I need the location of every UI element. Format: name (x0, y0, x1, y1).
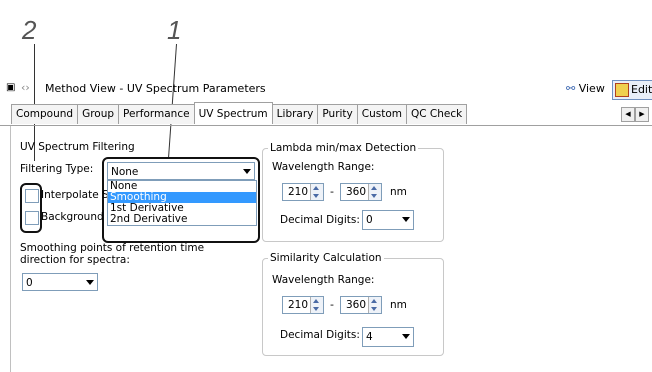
similarity-max-value: 360 (346, 299, 367, 311)
lambda-unit: nm (390, 186, 407, 198)
arrow-up-icon (313, 186, 319, 190)
uv-filtering-group-label: UV Spectrum Filtering (20, 141, 135, 153)
lambda-separator: - (330, 185, 334, 198)
chevron-down-icon (402, 217, 410, 222)
arrow-up-icon (371, 299, 377, 303)
similarity-max-spinner[interactable]: 360 (340, 296, 382, 314)
callout-2: 2 (22, 15, 37, 45)
lambda-max-spinner[interactable]: 360 (340, 183, 382, 201)
tab-compound[interactable]: Compound (11, 104, 79, 124)
spinner-buttons[interactable] (368, 184, 381, 200)
smoothing-points-dropdown[interactable]: 0 (22, 273, 98, 291)
spinner-buttons[interactable] (368, 297, 381, 313)
arrow-up-icon (313, 299, 319, 303)
edit-icon (615, 83, 629, 97)
edit-button[interactable]: Edit (612, 80, 652, 100)
filtering-type-label: Filtering Type: (20, 163, 94, 175)
lambda-digits-label: Decimal Digits: (280, 214, 360, 226)
tab-purity[interactable]: Purity (317, 104, 358, 124)
window-icon: ▣ (6, 82, 16, 93)
tab-scroll-right-button[interactable]: ▶ (635, 107, 649, 122)
lambda-range-label: Wavelength Range: (272, 161, 375, 173)
tab-scroll-left-button[interactable]: ◀ (621, 107, 635, 122)
similarity-digits-label: Decimal Digits: (280, 329, 360, 341)
lambda-digits-dropdown[interactable]: 0 (362, 210, 414, 230)
callout-1: 1 (167, 15, 182, 45)
tab-performance[interactable]: Performance (118, 104, 195, 124)
view-button[interactable]: ⚯ View (566, 80, 605, 98)
edit-label: Edit (631, 83, 652, 96)
checkbox-highlight (20, 183, 42, 233)
similarity-digits-value: 4 (366, 331, 373, 343)
arrow-down-icon (371, 194, 377, 198)
tab-library[interactable]: Library (271, 104, 319, 124)
similarity-unit: nm (390, 299, 407, 311)
smoothing-points-label: Smoothing points of retention time direc… (20, 242, 205, 266)
lambda-min-spinner[interactable]: 210 (282, 183, 324, 201)
tab-custom[interactable]: Custom (356, 104, 407, 124)
arrow-down-icon (313, 194, 319, 198)
similarity-group-label: Similarity Calculation (268, 252, 384, 264)
lambda-max-value: 360 (346, 186, 367, 198)
tab-qc-check[interactable]: QC Check (406, 104, 468, 124)
chevron-down-icon (86, 280, 94, 285)
filtering-type-options: None Smoothing 1st Derivative 2nd Deriva… (107, 180, 257, 226)
similarity-min-value: 210 (288, 299, 309, 311)
window-title: Method View - UV Spectrum Parameters (45, 82, 266, 95)
title-bar: ▣ ‹› Method View - UV Spectrum Parameter… (0, 78, 652, 100)
tab-divider (0, 125, 652, 126)
option-2nd-derivative[interactable]: 2nd Derivative (108, 214, 256, 225)
lambda-group-label: Lambda min/max Detection (268, 142, 419, 154)
lambda-min-value: 210 (288, 186, 309, 198)
arrow-down-icon (313, 307, 319, 311)
nav-arrows-icon[interactable]: ‹› (21, 81, 30, 94)
left-border (10, 126, 11, 372)
tab-strip: Compound Group Performance UV Spectrum L… (11, 102, 468, 125)
arrow-up-icon (371, 186, 377, 190)
similarity-min-spinner[interactable]: 210 (282, 296, 324, 314)
tab-group[interactable]: Group (77, 104, 120, 124)
similarity-digits-dropdown[interactable]: 4 (362, 327, 414, 347)
tab-uv-spectrum[interactable]: UV Spectrum (193, 102, 273, 124)
chevron-down-icon (402, 334, 410, 339)
similarity-range-label: Wavelength Range: (272, 274, 375, 286)
glasses-icon: ⚯ (566, 82, 576, 95)
spinner-buttons[interactable] (310, 184, 323, 200)
lambda-digits-value: 0 (366, 214, 373, 226)
arrow-down-icon (371, 307, 377, 311)
smoothing-points-value: 0 (26, 277, 33, 289)
view-label: View (578, 82, 605, 95)
interpolate-label: Interpolate S (41, 189, 109, 201)
callout-1-line (168, 44, 177, 158)
background-label: Background (41, 211, 104, 223)
similarity-separator: - (330, 298, 334, 311)
spinner-buttons[interactable] (310, 297, 323, 313)
